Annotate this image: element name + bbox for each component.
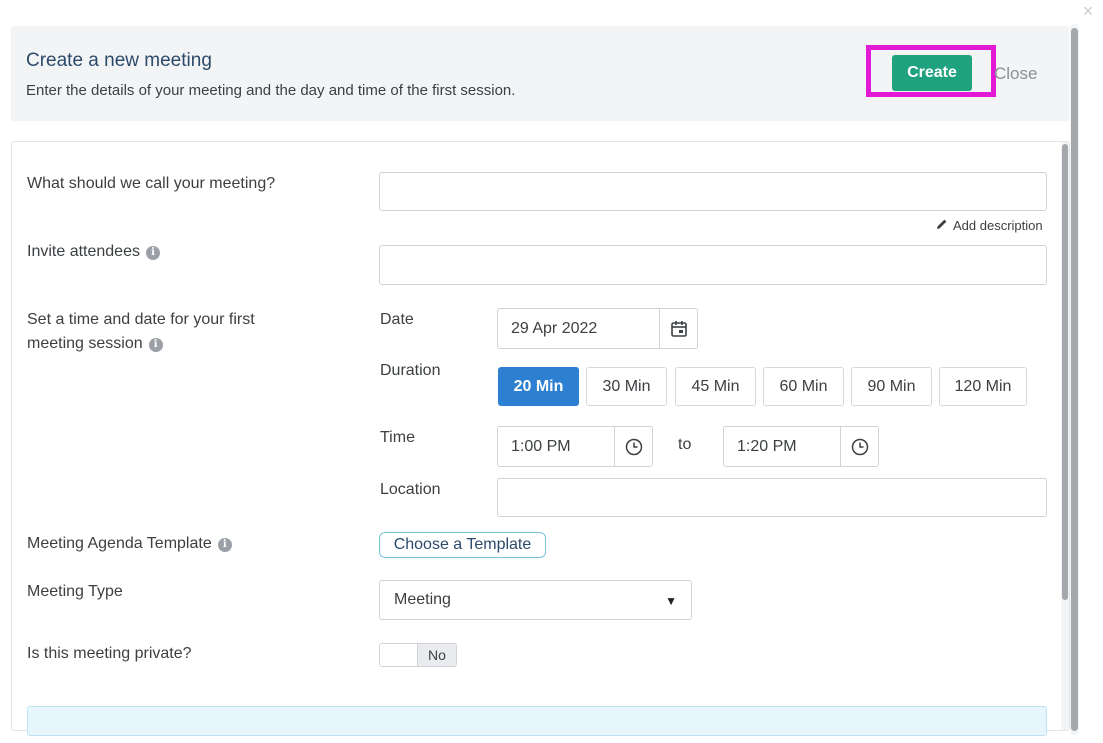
toggle-state: No	[418, 644, 456, 666]
location-input[interactable]	[497, 478, 1047, 517]
info-icon[interactable]: i	[145, 246, 160, 260]
duration-option[interactable]: 90 Min	[851, 367, 932, 406]
create-button[interactable]: Create	[892, 55, 972, 91]
session-label: Set a time and date for your first meeti…	[27, 308, 255, 356]
time-from-value[interactable]: 1:00 PM	[498, 427, 614, 466]
private-toggle[interactable]: No	[379, 643, 457, 667]
private-label: Is this meeting private?	[27, 645, 192, 662]
dialog-subtitle: Enter the details of your meeting and th…	[26, 82, 516, 99]
duration-option[interactable]: 60 Min	[763, 367, 844, 406]
invite-attendees-input[interactable]	[379, 245, 1047, 285]
time-to-value[interactable]: 1:20 PM	[724, 427, 840, 466]
duration-option[interactable]: 30 Min	[586, 367, 667, 406]
close-button[interactable]: Close	[994, 64, 1037, 84]
date-label: Date	[380, 311, 414, 328]
clock-icon[interactable]	[840, 427, 878, 466]
info-icon[interactable]: i	[148, 338, 163, 352]
form-scrollbar-thumb[interactable]	[1062, 144, 1068, 600]
outer-scrollbar[interactable]	[1070, 24, 1079, 735]
window-close-icon[interactable]: ×	[1081, 2, 1095, 20]
info-icon[interactable]: i	[217, 538, 232, 552]
invite-attendees-label: Invite attendees i	[27, 240, 160, 264]
session-label-line1: Set a time and date for your first	[27, 311, 255, 328]
meeting-name-input[interactable]	[379, 172, 1047, 211]
caret-down-icon: ▼	[665, 594, 677, 608]
agenda-template-label: Meeting Agenda Template i	[27, 532, 232, 556]
add-description-link[interactable]: Add description	[936, 218, 1043, 233]
meeting-name-label: What should we call your meeting?	[27, 175, 276, 192]
time-to-separator: to	[678, 436, 692, 453]
dialog-header: Create a new meeting Enter the details o…	[11, 26, 1069, 121]
outer-scrollbar-thumb[interactable]	[1071, 28, 1078, 731]
info-box	[27, 706, 1047, 736]
time-from-picker[interactable]: 1:00 PM	[497, 426, 653, 467]
meeting-type-label: Meeting Type	[27, 583, 123, 600]
pencil-icon	[936, 218, 948, 233]
duration-option[interactable]: 20 Min	[498, 367, 579, 406]
meeting-type-value: Meeting	[394, 591, 451, 608]
toggle-knob[interactable]	[380, 644, 418, 666]
time-to-picker[interactable]: 1:20 PM	[723, 426, 879, 467]
form-scrollbar[interactable]	[1061, 142, 1069, 730]
meeting-type-select[interactable]: Meeting ▼	[379, 580, 692, 620]
date-value[interactable]: 29 Apr 2022	[498, 309, 659, 348]
session-label-line2-wrap: meeting session i	[27, 332, 255, 356]
time-label: Time	[380, 429, 415, 446]
duration-label: Duration	[380, 362, 441, 379]
clock-icon[interactable]	[614, 427, 652, 466]
choose-template-button[interactable]: Choose a Template	[379, 532, 546, 558]
duration-option[interactable]: 120 Min	[939, 367, 1027, 406]
add-description-label: Add description	[953, 218, 1043, 233]
date-picker[interactable]: 29 Apr 2022	[497, 308, 698, 349]
dialog-title: Create a new meeting	[26, 50, 212, 71]
duration-option[interactable]: 45 Min	[675, 367, 756, 406]
invite-attendees-text: Invite attendees	[27, 243, 140, 260]
calendar-icon[interactable]	[659, 309, 697, 348]
session-label-line2: meeting session	[27, 335, 143, 352]
agenda-template-text: Meeting Agenda Template	[27, 535, 212, 552]
location-label: Location	[380, 481, 441, 498]
